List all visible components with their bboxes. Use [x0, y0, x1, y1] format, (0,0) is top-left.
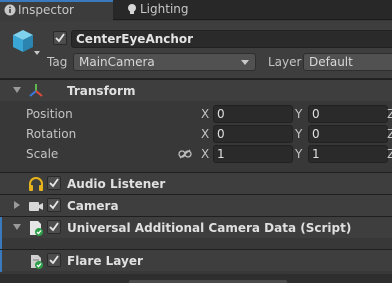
transform-icon — [29, 84, 43, 97]
scale-row: Scale X 1 Y 1 Z — [0, 144, 392, 164]
component-enabled-checkbox[interactable] — [47, 253, 61, 267]
tag-value: MainCamera — [79, 55, 155, 69]
camera-icon — [29, 202, 43, 211]
component-title: Universal Additional Camera Data (Script… — [67, 221, 352, 235]
selection-indicator — [0, 250, 2, 272]
tab-label: Inspector — [18, 3, 74, 17]
selection-indicator — [0, 238, 2, 249]
link-icon[interactable] — [178, 149, 192, 159]
position-row: Position X 0 Y 0 Z — [0, 104, 392, 124]
scale-label: Scale — [26, 147, 59, 161]
tab-lighting[interactable]: Lighting — [122, 0, 202, 20]
z-axis-label[interactable]: Z — [387, 126, 392, 142]
component-enabled-checkbox[interactable] — [47, 220, 61, 234]
tag-label: Tag — [47, 55, 68, 69]
scale-x-field[interactable]: 1 — [213, 145, 293, 163]
cube-icon[interactable] — [10, 27, 40, 57]
checkmark-icon — [49, 255, 59, 265]
info-icon — [4, 4, 16, 16]
lightbulb-icon — [128, 4, 136, 14]
rotation-label: Rotation — [26, 127, 77, 141]
tab-inspector[interactable]: Inspector — [0, 0, 113, 21]
object-name-field[interactable]: CenterEyeAnchor — [71, 30, 392, 48]
foldout-arrow-icon[interactable] — [13, 224, 21, 230]
y-axis-label[interactable]: Y — [295, 106, 302, 122]
camera-header[interactable]: Camera — [0, 194, 392, 216]
audio-listener-header[interactable]: Audio Listener — [0, 172, 392, 194]
component-title: Transform — [67, 84, 136, 98]
rotation-y-field[interactable]: 0 — [308, 125, 388, 143]
layer-label: Layer — [268, 55, 302, 69]
rotation-x-field[interactable]: 0 — [213, 125, 293, 143]
x-axis-label[interactable]: X — [201, 126, 209, 142]
checkmark-icon — [49, 200, 59, 210]
x-axis-label[interactable]: X — [201, 146, 209, 162]
y-axis-label[interactable]: Y — [295, 146, 302, 162]
component-title: Audio Listener — [67, 177, 166, 191]
flare-icon — [31, 255, 43, 269]
layer-dropdown[interactable]: Default — [303, 53, 392, 71]
scale-y-field[interactable]: 1 — [308, 145, 388, 163]
camera-data-body — [0, 238, 392, 249]
script-icon — [30, 221, 43, 236]
headphones-icon — [29, 177, 43, 191]
position-label: Position — [26, 107, 73, 121]
position-y-field[interactable]: 0 — [308, 105, 388, 123]
checkmark-icon — [49, 222, 59, 232]
selection-indicator — [0, 217, 2, 239]
component-enabled-checkbox[interactable] — [47, 198, 61, 212]
add-component-button[interactable] — [128, 279, 288, 283]
rotation-row: Rotation X 0 Y 0 Z — [0, 124, 392, 144]
gameobject-header: CenterEyeAnchor Tag MainCamera Layer Def… — [0, 21, 392, 79]
z-axis-label[interactable]: Z — [387, 146, 392, 162]
y-axis-label[interactable]: Y — [295, 126, 302, 142]
flare-layer-header[interactable]: Flare Layer — [0, 249, 392, 272]
x-axis-label[interactable]: X — [201, 106, 209, 122]
tab-bar: Inspector Lighting — [0, 0, 392, 21]
component-enabled-checkbox[interactable] — [47, 176, 61, 190]
component-title: Camera — [67, 199, 119, 213]
checkmark-icon — [55, 33, 65, 43]
position-x-field[interactable]: 0 — [213, 105, 293, 123]
z-axis-label[interactable]: Z — [387, 106, 392, 122]
chevron-down-icon — [241, 60, 249, 65]
foldout-arrow-icon[interactable] — [13, 87, 21, 93]
foldout-arrow-icon[interactable] — [14, 201, 20, 209]
layer-value: Default — [309, 55, 353, 69]
tag-dropdown[interactable]: MainCamera — [73, 53, 256, 71]
active-checkbox[interactable] — [53, 31, 67, 45]
camera-data-header[interactable]: Universal Additional Camera Data (Script… — [0, 216, 392, 239]
transform-header[interactable]: Transform — [0, 79, 392, 101]
tab-label: Lighting — [140, 2, 189, 16]
component-title: Flare Layer — [67, 254, 143, 268]
checkmark-icon — [49, 178, 59, 188]
